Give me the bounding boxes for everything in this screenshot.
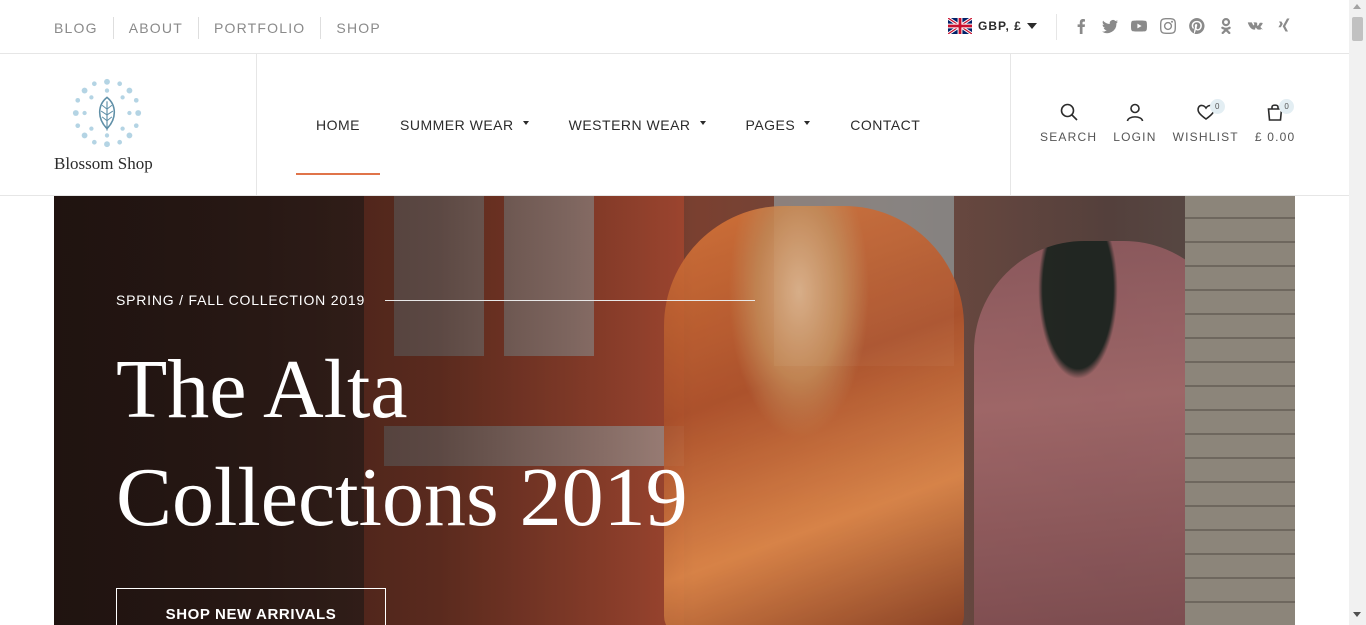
login-label: LOGIN [1113, 130, 1157, 144]
uk-flag-icon [948, 18, 972, 34]
twitter-icon[interactable] [1101, 16, 1119, 36]
odnoklassniki-icon[interactable] [1217, 16, 1235, 36]
divider [1056, 14, 1057, 40]
nav-item-pages[interactable]: PAGES [726, 75, 831, 175]
cart-button[interactable]: 0 £ 0.00 [1254, 99, 1296, 144]
hero-background [1185, 196, 1295, 625]
nav-label: HOME [316, 117, 360, 133]
header-actions: SEARCH LOGIN 0 WISHLIST 0 £ 0.00 [1040, 99, 1311, 144]
cart-total: £ 0.00 [1254, 130, 1296, 144]
hero-kicker: SPRING / FALL COLLECTION 2019 [116, 292, 756, 308]
divider [385, 299, 756, 301]
shop-new-arrivals-button[interactable]: SHOP NEW ARRIVALS [116, 588, 386, 625]
scroll-down-icon[interactable] [1353, 612, 1361, 617]
wishlist-label: WISHLIST [1172, 130, 1239, 144]
divider [256, 54, 257, 196]
top-link-shop[interactable]: SHOP [320, 17, 395, 39]
instagram-icon[interactable] [1159, 16, 1177, 36]
main-nav: HOME SUMMER WEAR WESTERN WEAR PAGES CONT… [296, 54, 940, 196]
nav-label: CONTACT [850, 117, 921, 133]
hero-title-line2: Collections 2019 [116, 451, 688, 544]
user-icon [1126, 103, 1144, 122]
hero-title: The Alta Collections 2019 [116, 336, 688, 552]
search-label: SEARCH [1040, 130, 1098, 144]
login-button[interactable]: LOGIN [1113, 102, 1156, 144]
nav-label: WESTERN WEAR [568, 117, 691, 133]
dropdown-caret-icon [804, 121, 811, 125]
nav-label: SUMMER WEAR [400, 117, 514, 133]
dropdown-caret-icon [522, 121, 529, 125]
nav-item-contact[interactable]: CONTACT [830, 75, 940, 175]
hero-model-image [664, 206, 964, 625]
vk-icon[interactable] [1246, 16, 1264, 36]
nav-item-home[interactable]: HOME [296, 75, 380, 175]
facebook-icon[interactable] [1072, 16, 1090, 36]
nav-item-western-wear[interactable]: WESTERN WEAR [549, 75, 726, 175]
top-link-blog[interactable]: BLOG [54, 17, 113, 39]
scrollbar[interactable] [1349, 0, 1366, 625]
wishlist-count-badge: 0 [1209, 99, 1225, 114]
divider [1010, 54, 1011, 196]
search-button[interactable]: SEARCH [1040, 102, 1097, 144]
top-bar: BLOG ABOUT PORTFOLIO SHOP GBP, £ [0, 0, 1349, 54]
wishlist-button[interactable]: 0 WISHLIST [1172, 99, 1239, 144]
pinterest-icon[interactable] [1188, 16, 1206, 36]
nav-label: PAGES [745, 117, 796, 133]
nav-item-summer-wear[interactable]: SUMMER WEAR [380, 75, 549, 175]
logo-text: Blossom Shop [54, 154, 153, 173]
scroll-up-icon[interactable] [1353, 4, 1361, 9]
hero-banner: SPRING / FALL COLLECTION 2019 The Alta C… [54, 196, 1295, 625]
social-links [1072, 16, 1304, 36]
currency-selector[interactable]: GBP, £ [948, 18, 1037, 34]
youtube-icon[interactable] [1130, 16, 1148, 36]
xing-icon[interactable] [1275, 16, 1293, 36]
site-header: Blossom Shop HOME SUMMER WEAR WESTERN WE… [0, 54, 1349, 196]
top-link-portfolio[interactable]: PORTFOLIO [197, 17, 320, 39]
dropdown-caret-icon [699, 121, 706, 125]
top-links: BLOG ABOUT PORTFOLIO SHOP [54, 17, 396, 39]
currency-label: GBP, £ [978, 19, 1022, 33]
hero-title-line1: The Alta [116, 343, 408, 436]
top-link-about[interactable]: ABOUT [112, 17, 198, 39]
search-icon [1060, 103, 1078, 121]
hero-kicker-text: SPRING / FALL COLLECTION 2019 [116, 292, 366, 308]
logo[interactable]: Blossom Shop [54, 74, 164, 174]
blossom-logo-icon [72, 78, 142, 148]
cart-count-badge: 0 [1279, 99, 1295, 114]
scroll-thumb[interactable] [1352, 17, 1363, 41]
chevron-down-icon [1026, 23, 1037, 29]
